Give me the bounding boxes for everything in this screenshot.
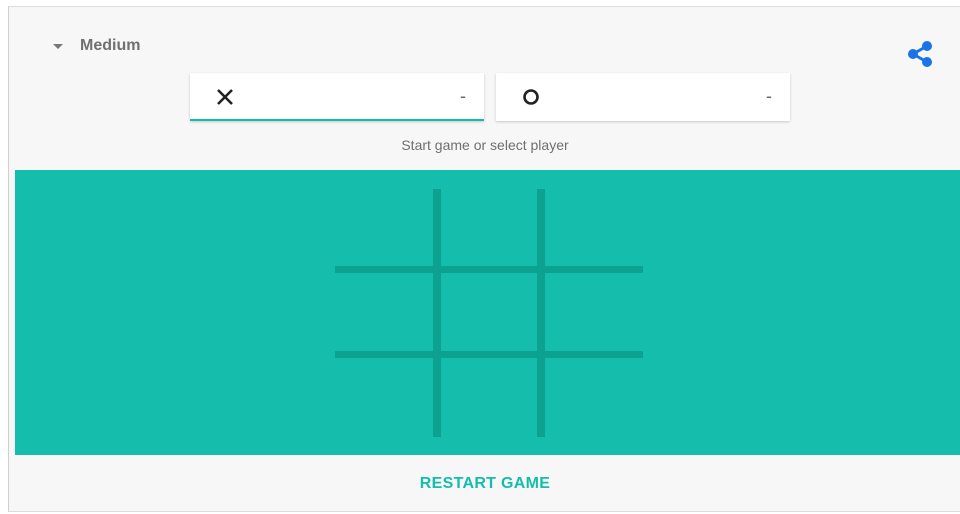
grid-line-vertical-1 (433, 189, 441, 437)
grid-line-vertical-2 (537, 189, 545, 437)
board-cell-8[interactable] (438, 355, 540, 437)
share-button[interactable] (903, 39, 939, 75)
grid-line-horizontal-1 (335, 266, 643, 273)
player-o-score: - (766, 86, 772, 106)
difficulty-dropdown[interactable]: Medium (53, 35, 140, 57)
player-x-score: - (460, 86, 466, 106)
player-x-card[interactable]: - (190, 73, 484, 121)
grid-line-horizontal-2 (335, 351, 643, 358)
o-mark-icon (523, 89, 539, 105)
board-cell-9[interactable] (541, 355, 643, 437)
game-card: Medium - - Start game or select player R… (8, 6, 960, 512)
status-text: Start game or select player (401, 137, 569, 153)
board-cell-7[interactable] (335, 355, 437, 437)
board-cell-2[interactable] (438, 189, 540, 271)
board-cell-3[interactable] (541, 189, 643, 271)
board-area (15, 170, 960, 455)
board-cell-5[interactable] (438, 272, 540, 354)
restart-game-button[interactable]: RESTART GAME (408, 469, 562, 499)
board-cell-4[interactable] (335, 272, 437, 354)
share-icon (908, 41, 932, 67)
difficulty-label: Medium (80, 37, 141, 54)
x-mark-icon (217, 89, 233, 105)
tic-tac-toe-board (335, 189, 643, 437)
board-cell-6[interactable] (541, 272, 643, 354)
player-o-card[interactable]: - (496, 73, 790, 121)
board-cell-1[interactable] (335, 189, 437, 271)
footer: RESTART GAME (9, 455, 960, 513)
caret-down-icon (53, 43, 63, 49)
